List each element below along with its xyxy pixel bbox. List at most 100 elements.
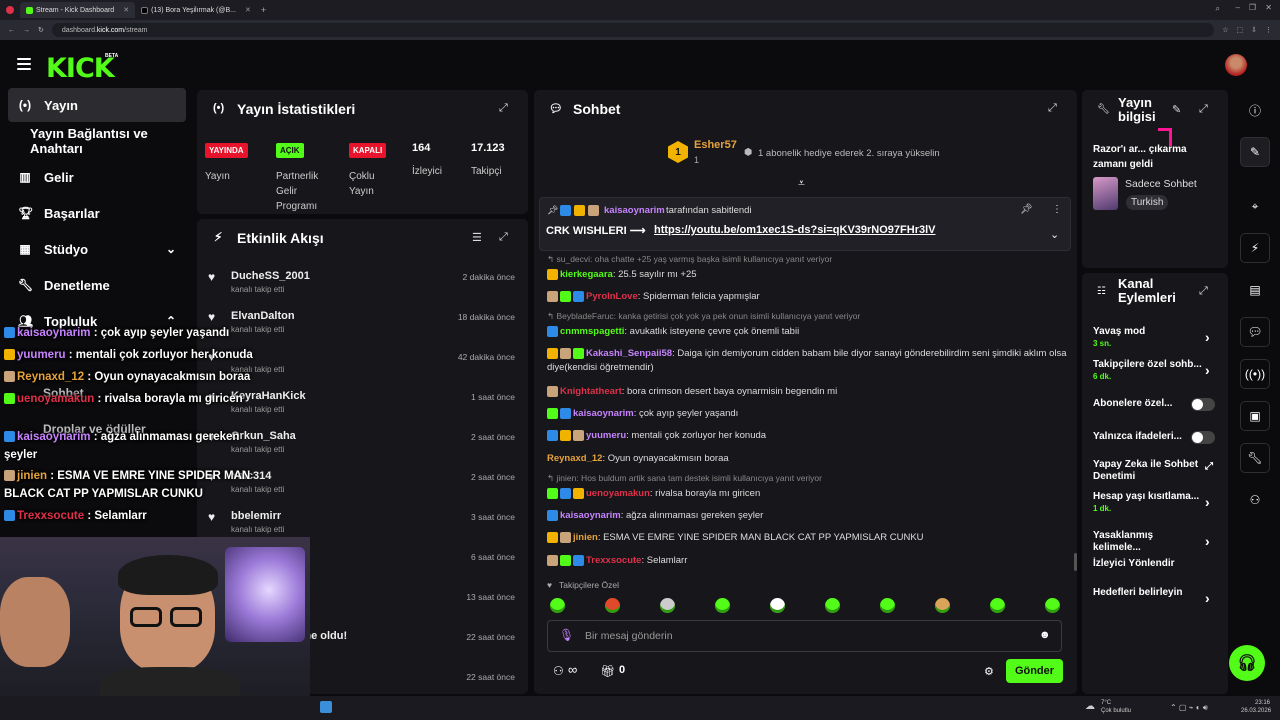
activity-row[interactable]: ♥ Yalc314 kanalı takip etti 2 saat önce — [205, 470, 525, 510]
reply-reference[interactable]: ↰ jinien: Hos buldum artik sana tam dest… — [547, 473, 822, 484]
pinned-by-user[interactable]: kaisaoynarim — [604, 205, 665, 216]
channel-action-item[interactable]: Yasaklanmış kelimele... — [1093, 530, 1203, 554]
pinned-link[interactable]: https://youtu.be/om1xec1S-ds?si=qKV39rNO… — [654, 224, 936, 236]
unpin-icon[interactable]: 📌︎ — [1020, 204, 1033, 215]
sidebar-item-stream-key[interactable]: Yayın Bağlantısı ve Anahtarı — [8, 124, 186, 158]
sidebar-item-moderation[interactable]: 🔧︎ Denetleme — [8, 268, 186, 302]
close-tab-icon[interactable]: ✕ — [123, 6, 129, 14]
reply-reference[interactable]: ↰ su_decvi: oha chatte +25 yaş varmış ba… — [547, 254, 832, 265]
target-icon[interactable]: ⌖ — [1240, 191, 1270, 221]
new-tab-icon[interactable]: + — [261, 5, 266, 15]
user-avatar[interactable] — [1225, 54, 1247, 76]
activity-row[interactable]: ♥ ElvanDalton kanalı takip etti 18 dakika ö… — [205, 310, 525, 350]
broadcast-icon[interactable]: ((•)) — [1240, 359, 1270, 389]
chat-username[interactable]: kaisaoynarim — [573, 408, 634, 419]
hamburger-menu-icon[interactable] — [17, 58, 31, 70]
support-headset-icon[interactable]: 🎧︎ — [1229, 645, 1265, 681]
microphone-icon[interactable]: 🎙︎ — [559, 628, 574, 642]
close-tab-icon[interactable]: ✕ — [245, 6, 251, 14]
channel-action-item[interactable]: Yalnızca ifadeleri... — [1093, 431, 1203, 443]
layout-icon[interactable]: ▣ — [1240, 401, 1270, 431]
browser-tab-kick[interactable]: Stream - Kick Dashboard ✕ — [20, 2, 136, 18]
chat-username[interactable]: jinien — [573, 532, 598, 543]
emote-icon[interactable] — [1045, 598, 1060, 613]
wrench-icon[interactable]: 🔧︎ — [1240, 443, 1270, 473]
tray-icons[interactable]: ⌃ ▢ ⌁ ◐ 🔊︎ — [1170, 703, 1208, 713]
chevron-right-icon[interactable]: › — [1205, 494, 1210, 510]
edit-pencil-icon[interactable]: ✎ — [1172, 103, 1181, 116]
chat-username[interactable]: yuumeru — [586, 430, 626, 441]
expand-icon[interactable]: ⤢ — [1199, 285, 1208, 298]
channel-action-item[interactable]: Abonelere özel... — [1093, 398, 1203, 410]
chat-username[interactable]: cnmmspagetti — [560, 326, 624, 337]
reply-reference[interactable]: ↰ BeybladeFaruc: kanka getirisi çok yok … — [547, 311, 860, 322]
activity-row[interactable]: ♥ kanalı takip etti 42 dakika önce — [205, 350, 525, 390]
taskbar-app-icon[interactable] — [320, 701, 332, 713]
emote-icon[interactable] — [715, 598, 730, 613]
emote-icon[interactable] — [990, 598, 1005, 613]
expand-icon[interactable]: ⤢ — [1048, 102, 1057, 115]
forward-icon[interactable]: → — [23, 27, 30, 34]
bookmark-icon[interactable]: ☆ — [1222, 26, 1228, 34]
info-icon[interactable]: ⓘ — [1240, 95, 1270, 125]
chat-username[interactable]: Trexxsocute — [586, 555, 641, 566]
toggle-switch[interactable] — [1191, 431, 1215, 444]
menu-icon[interactable]: ⋮ — [1265, 26, 1272, 34]
emote-icon[interactable] — [660, 598, 675, 613]
chat-scrollbar[interactable] — [1074, 553, 1077, 571]
channel-action-item[interactable]: Hesap yaşı kısıtlama... 1 dk. — [1093, 491, 1203, 515]
channel-action-item[interactable]: Hedefleri belirleyin — [1093, 587, 1203, 599]
emote-icon[interactable] — [825, 598, 840, 613]
extensions-icon[interactable]: ⬚ — [1237, 26, 1244, 34]
expand-pinned-icon[interactable]: ⌄ — [1050, 228, 1059, 241]
category-name[interactable]: Sadece Sohbet — [1125, 178, 1197, 190]
minimize-icon[interactable]: – — [1236, 3, 1240, 12]
activity-row[interactable]: ♥ KeyraHanKick kanalı takip etti 1 saat önc… — [205, 390, 525, 430]
maximize-icon[interactable]: ❐ — [1249, 3, 1256, 12]
chat-username[interactable]: kaisaoynarim — [560, 510, 621, 521]
channel-action-item[interactable]: Takipçilere özel sohb... 6 dk. — [1093, 359, 1203, 383]
document-icon[interactable]: ▤ — [1240, 275, 1270, 305]
sidebar-item-stream[interactable]: (•) Yayın — [8, 88, 186, 122]
sidebar-item-studio[interactable]: ▦ Stüdyo ⌄ — [8, 232, 186, 266]
chat-username[interactable]: Reynaxd_12 — [547, 453, 602, 464]
chevron-right-icon[interactable]: › — [1205, 533, 1210, 549]
download-icon[interactable]: ⇩ — [1251, 26, 1257, 34]
kick-logo[interactable]: KICK — [46, 53, 115, 84]
chat-username[interactable]: Kakashi_Senpaii58 — [586, 348, 672, 359]
top-gifter-name[interactable]: Esher57 — [694, 139, 737, 151]
close-window-icon[interactable]: ✕ — [1265, 3, 1272, 12]
channel-action-item[interactable]: İzleyici Yönlendir — [1093, 558, 1203, 570]
lightning-icon[interactable]: ⚡︎ — [1240, 233, 1270, 263]
chevron-right-icon[interactable]: › — [1205, 362, 1210, 378]
chevron-right-icon[interactable]: › — [1205, 329, 1210, 345]
chat-username[interactable]: PyroInLove — [586, 291, 638, 302]
reload-icon[interactable]: ↻ — [38, 26, 44, 34]
channel-action-item[interactable]: Yapay Zeka ile Sohbet Denetimi — [1093, 459, 1203, 483]
channel-action-item[interactable]: Yavaş mod 3 sn. — [1093, 326, 1203, 350]
browser-tab-x[interactable]: (13) Bora Yeşilırmak (@B... ✕ — [135, 2, 257, 18]
send-button[interactable]: Gönder — [1006, 659, 1063, 683]
external-link-icon[interactable]: ⤢ — [1205, 461, 1213, 472]
gift-box-icon[interactable]: 🎁︎ — [600, 664, 615, 678]
chevron-right-icon[interactable]: › — [1205, 590, 1210, 606]
edit-icon[interactable]: ✎ — [1240, 137, 1270, 167]
expand-icon[interactable]: ⤢ — [1199, 103, 1208, 116]
expand-icon[interactable]: ⤢ — [499, 102, 508, 115]
more-options-icon[interactable]: ⋮ — [1052, 204, 1062, 215]
search-tabs-icon[interactable]: ⌕ — [1216, 4, 1220, 14]
chat-bubble-icon[interactable]: 💬︎ — [1240, 317, 1270, 347]
back-icon[interactable]: ← — [8, 27, 15, 34]
chat-username[interactable]: kierkegaara — [560, 269, 613, 280]
emoji-icon[interactable]: ☻ — [1039, 629, 1051, 641]
emote-icon[interactable] — [880, 598, 895, 613]
emote-icon[interactable] — [605, 598, 620, 613]
chat-username[interactable]: uenoyamakun — [586, 488, 650, 499]
activity-row[interactable]: ♥ DucheSS_2001 kanalı takip etti 2 dakika ö… — [205, 270, 525, 310]
expand-icon[interactable]: ⤢ — [499, 231, 508, 244]
url-input[interactable]: dashboard. kick.com/stream — [51, 23, 1215, 37]
community-icon[interactable]: ⚇ — [1240, 485, 1270, 515]
sidebar-item-achievements[interactable]: 🏆︎ Başarılar — [8, 196, 186, 230]
category-thumbnail[interactable] — [1093, 177, 1118, 210]
emote-icon[interactable] — [770, 598, 785, 613]
